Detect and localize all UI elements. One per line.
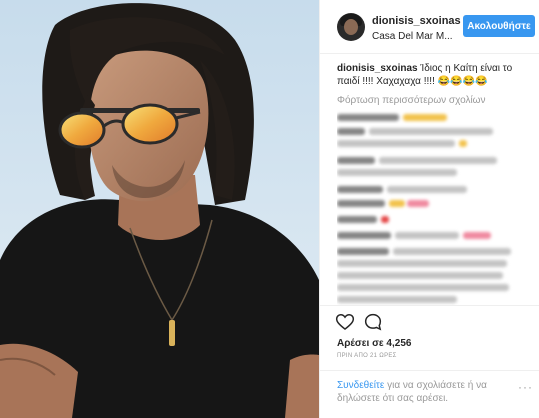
more-options-icon[interactable]: ··· xyxy=(518,381,533,393)
location-link[interactable]: Casa Del Mar M... xyxy=(372,31,453,42)
blurred-comments xyxy=(337,110,533,305)
login-link[interactable]: Συνδεθείτε xyxy=(337,380,384,391)
avatar[interactable] xyxy=(337,13,365,41)
username-link[interactable]: dionisis_sxoinas xyxy=(372,15,461,27)
post-side-panel: dionisis_sxoinas Casa Del Mar M... Ακολο… xyxy=(319,0,539,418)
post-timestamp: ΠΡΙΝ ΑΠΟ 21 ΩΡΕΣ xyxy=(337,353,397,359)
post-header: dionisis_sxoinas Casa Del Mar M... Ακολο… xyxy=(320,0,539,54)
heart-icon[interactable] xyxy=(335,312,355,332)
follow-button[interactable]: Ακολουθήστε xyxy=(463,15,535,37)
caption-username[interactable]: dionisis_sxoinas xyxy=(337,63,418,74)
login-prompt: Συνδεθείτε για να σχολιάσετε ή να δηλώσε… xyxy=(337,379,523,405)
caption: dionisis_sxoinas Ίδιος η Καίτη είναι το … xyxy=(337,62,533,88)
likes-count[interactable]: Αρέσει σε 4,256 xyxy=(337,338,411,349)
load-more-comments-link[interactable]: Φόρτωση περισσότερων σχολίων xyxy=(337,95,485,106)
comment-footer: Συνδεθείτε για να σχολιάσετε ή να δηλώσε… xyxy=(320,370,539,418)
comment-icon[interactable] xyxy=(363,312,383,332)
post-actions: Αρέσει σε 4,256 ΠΡΙΝ ΑΠΟ 21 ΩΡΕΣ xyxy=(320,305,539,360)
portrait-image xyxy=(0,0,319,418)
post-photo xyxy=(0,0,319,418)
